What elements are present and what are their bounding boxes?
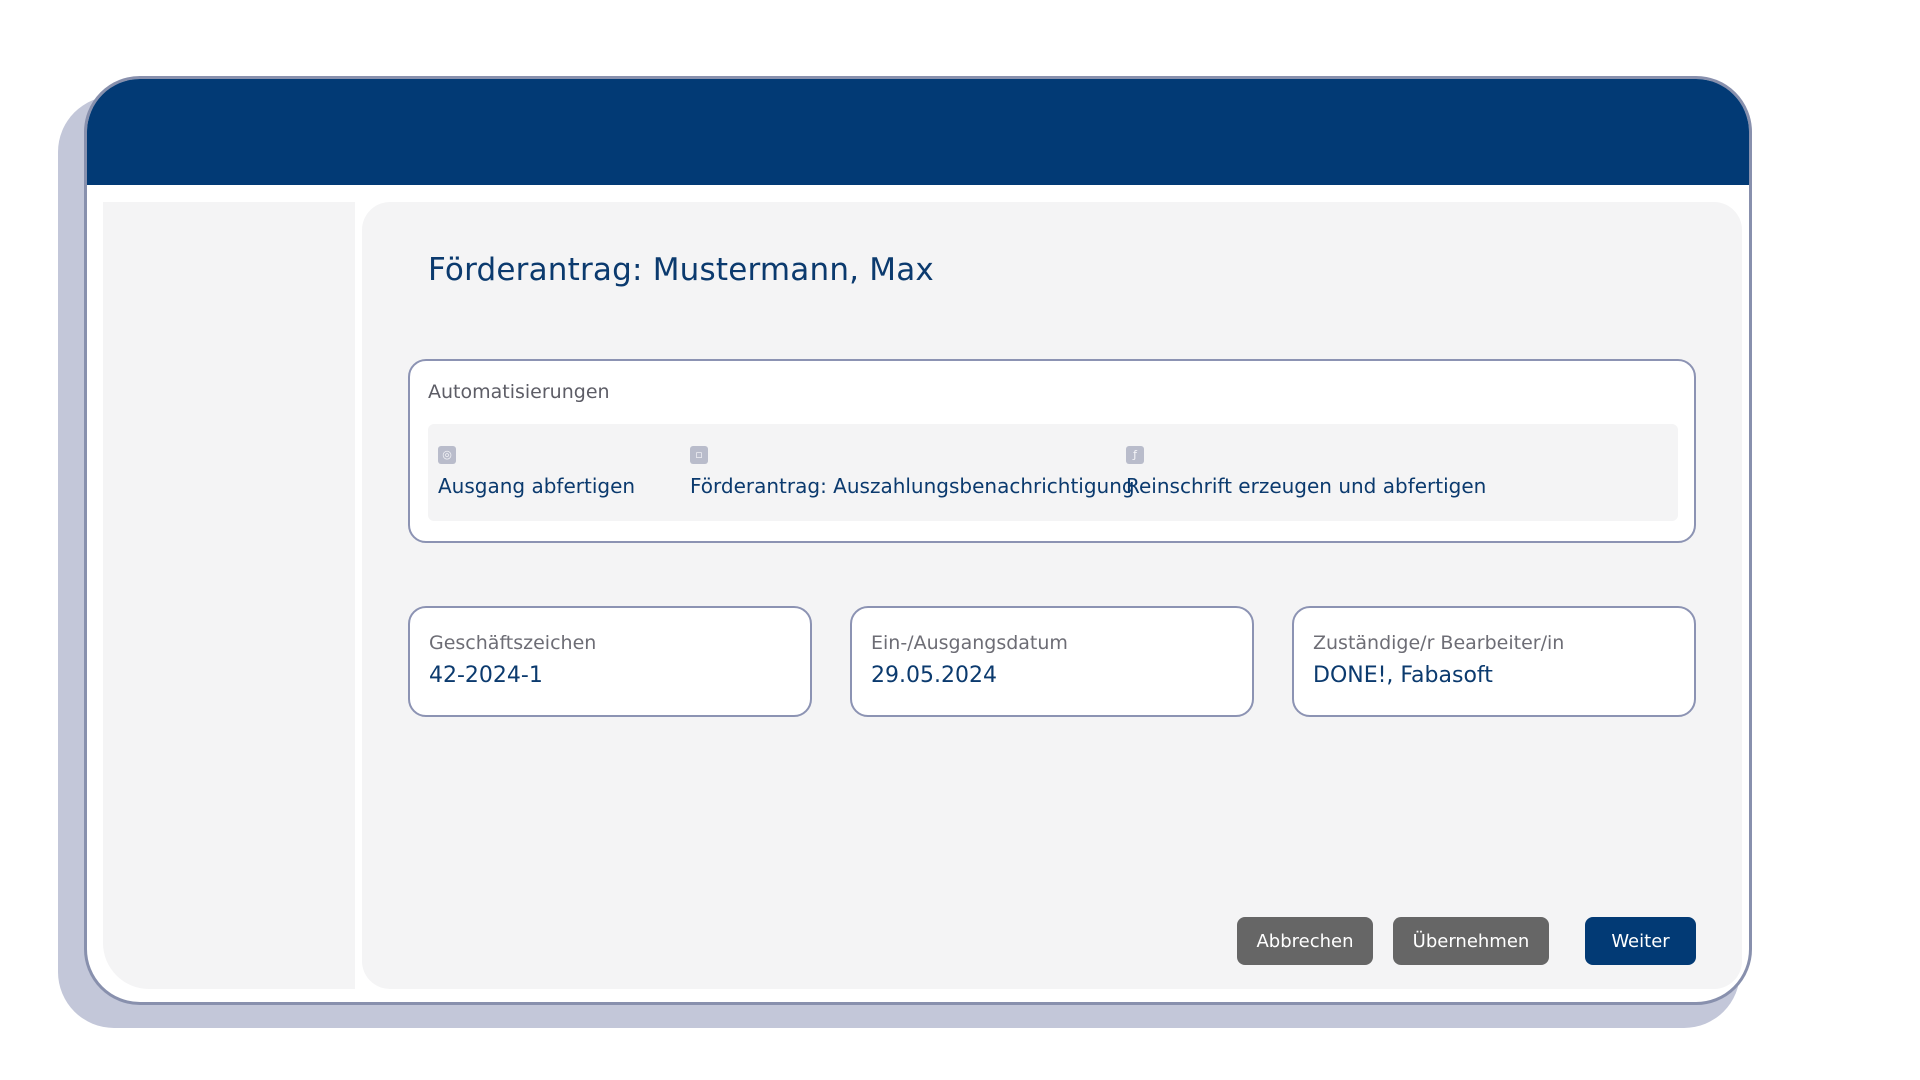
field-label: Zuständige/r Bearbeiter/in xyxy=(1313,632,1565,654)
field-reference-number[interactable]: Geschäftszeichen 42-2024-1 xyxy=(408,606,812,717)
document-icon: ▫ xyxy=(690,446,708,464)
field-assignee[interactable]: Zuständige/r Bearbeiter/in DONE!, Fabaso… xyxy=(1292,606,1696,717)
apply-button[interactable]: Übernehmen xyxy=(1393,917,1549,965)
field-date[interactable]: Ein-/Ausgangsdatum 29.05.2024 xyxy=(850,606,1254,717)
field-label: Ein-/Ausgangsdatum xyxy=(871,632,1068,654)
automations-panel: Automatisierungen ◎ Ausgang abfertigen ▫… xyxy=(408,359,1696,543)
main-content: Förderantrag: Mustermann, Max Automatisi… xyxy=(362,202,1742,989)
automation-item-label: Reinschrift erzeugen und abfertigen xyxy=(1126,474,1487,498)
field-label: Geschäftszeichen xyxy=(429,632,597,654)
automation-item-payout-notification[interactable]: ▫ Förderantrag: Auszahlungsbenachrichtig… xyxy=(690,446,1135,498)
cancel-button[interactable]: Abbrechen xyxy=(1237,917,1373,965)
window-header-bar xyxy=(87,79,1749,185)
automations-list: ◎ Ausgang abfertigen ▫ Förderantrag: Aus… xyxy=(428,424,1678,521)
sidebar xyxy=(103,202,355,989)
field-value: 29.05.2024 xyxy=(871,663,997,688)
field-value: 42-2024-1 xyxy=(429,663,543,688)
app-window: Förderantrag: Mustermann, Max Automatisi… xyxy=(84,76,1752,1005)
dispatch-icon: ◎ xyxy=(438,446,456,464)
automation-item-dispatch[interactable]: ◎ Ausgang abfertigen xyxy=(438,446,635,498)
automation-item-label: Ausgang abfertigen xyxy=(438,474,636,498)
field-value: DONE!, Fabasoft xyxy=(1313,663,1493,688)
page-title: Förderantrag: Mustermann, Max xyxy=(428,252,934,288)
next-button[interactable]: Weiter xyxy=(1585,917,1696,965)
automations-label: Automatisierungen xyxy=(428,381,610,403)
clean-copy-icon: ƒ xyxy=(1126,446,1144,464)
automation-item-label: Förderantrag: Auszahlungsbenachrichtigun… xyxy=(690,474,1135,498)
automation-item-clean-copy[interactable]: ƒ Reinschrift erzeugen und abfertigen xyxy=(1126,446,1486,498)
